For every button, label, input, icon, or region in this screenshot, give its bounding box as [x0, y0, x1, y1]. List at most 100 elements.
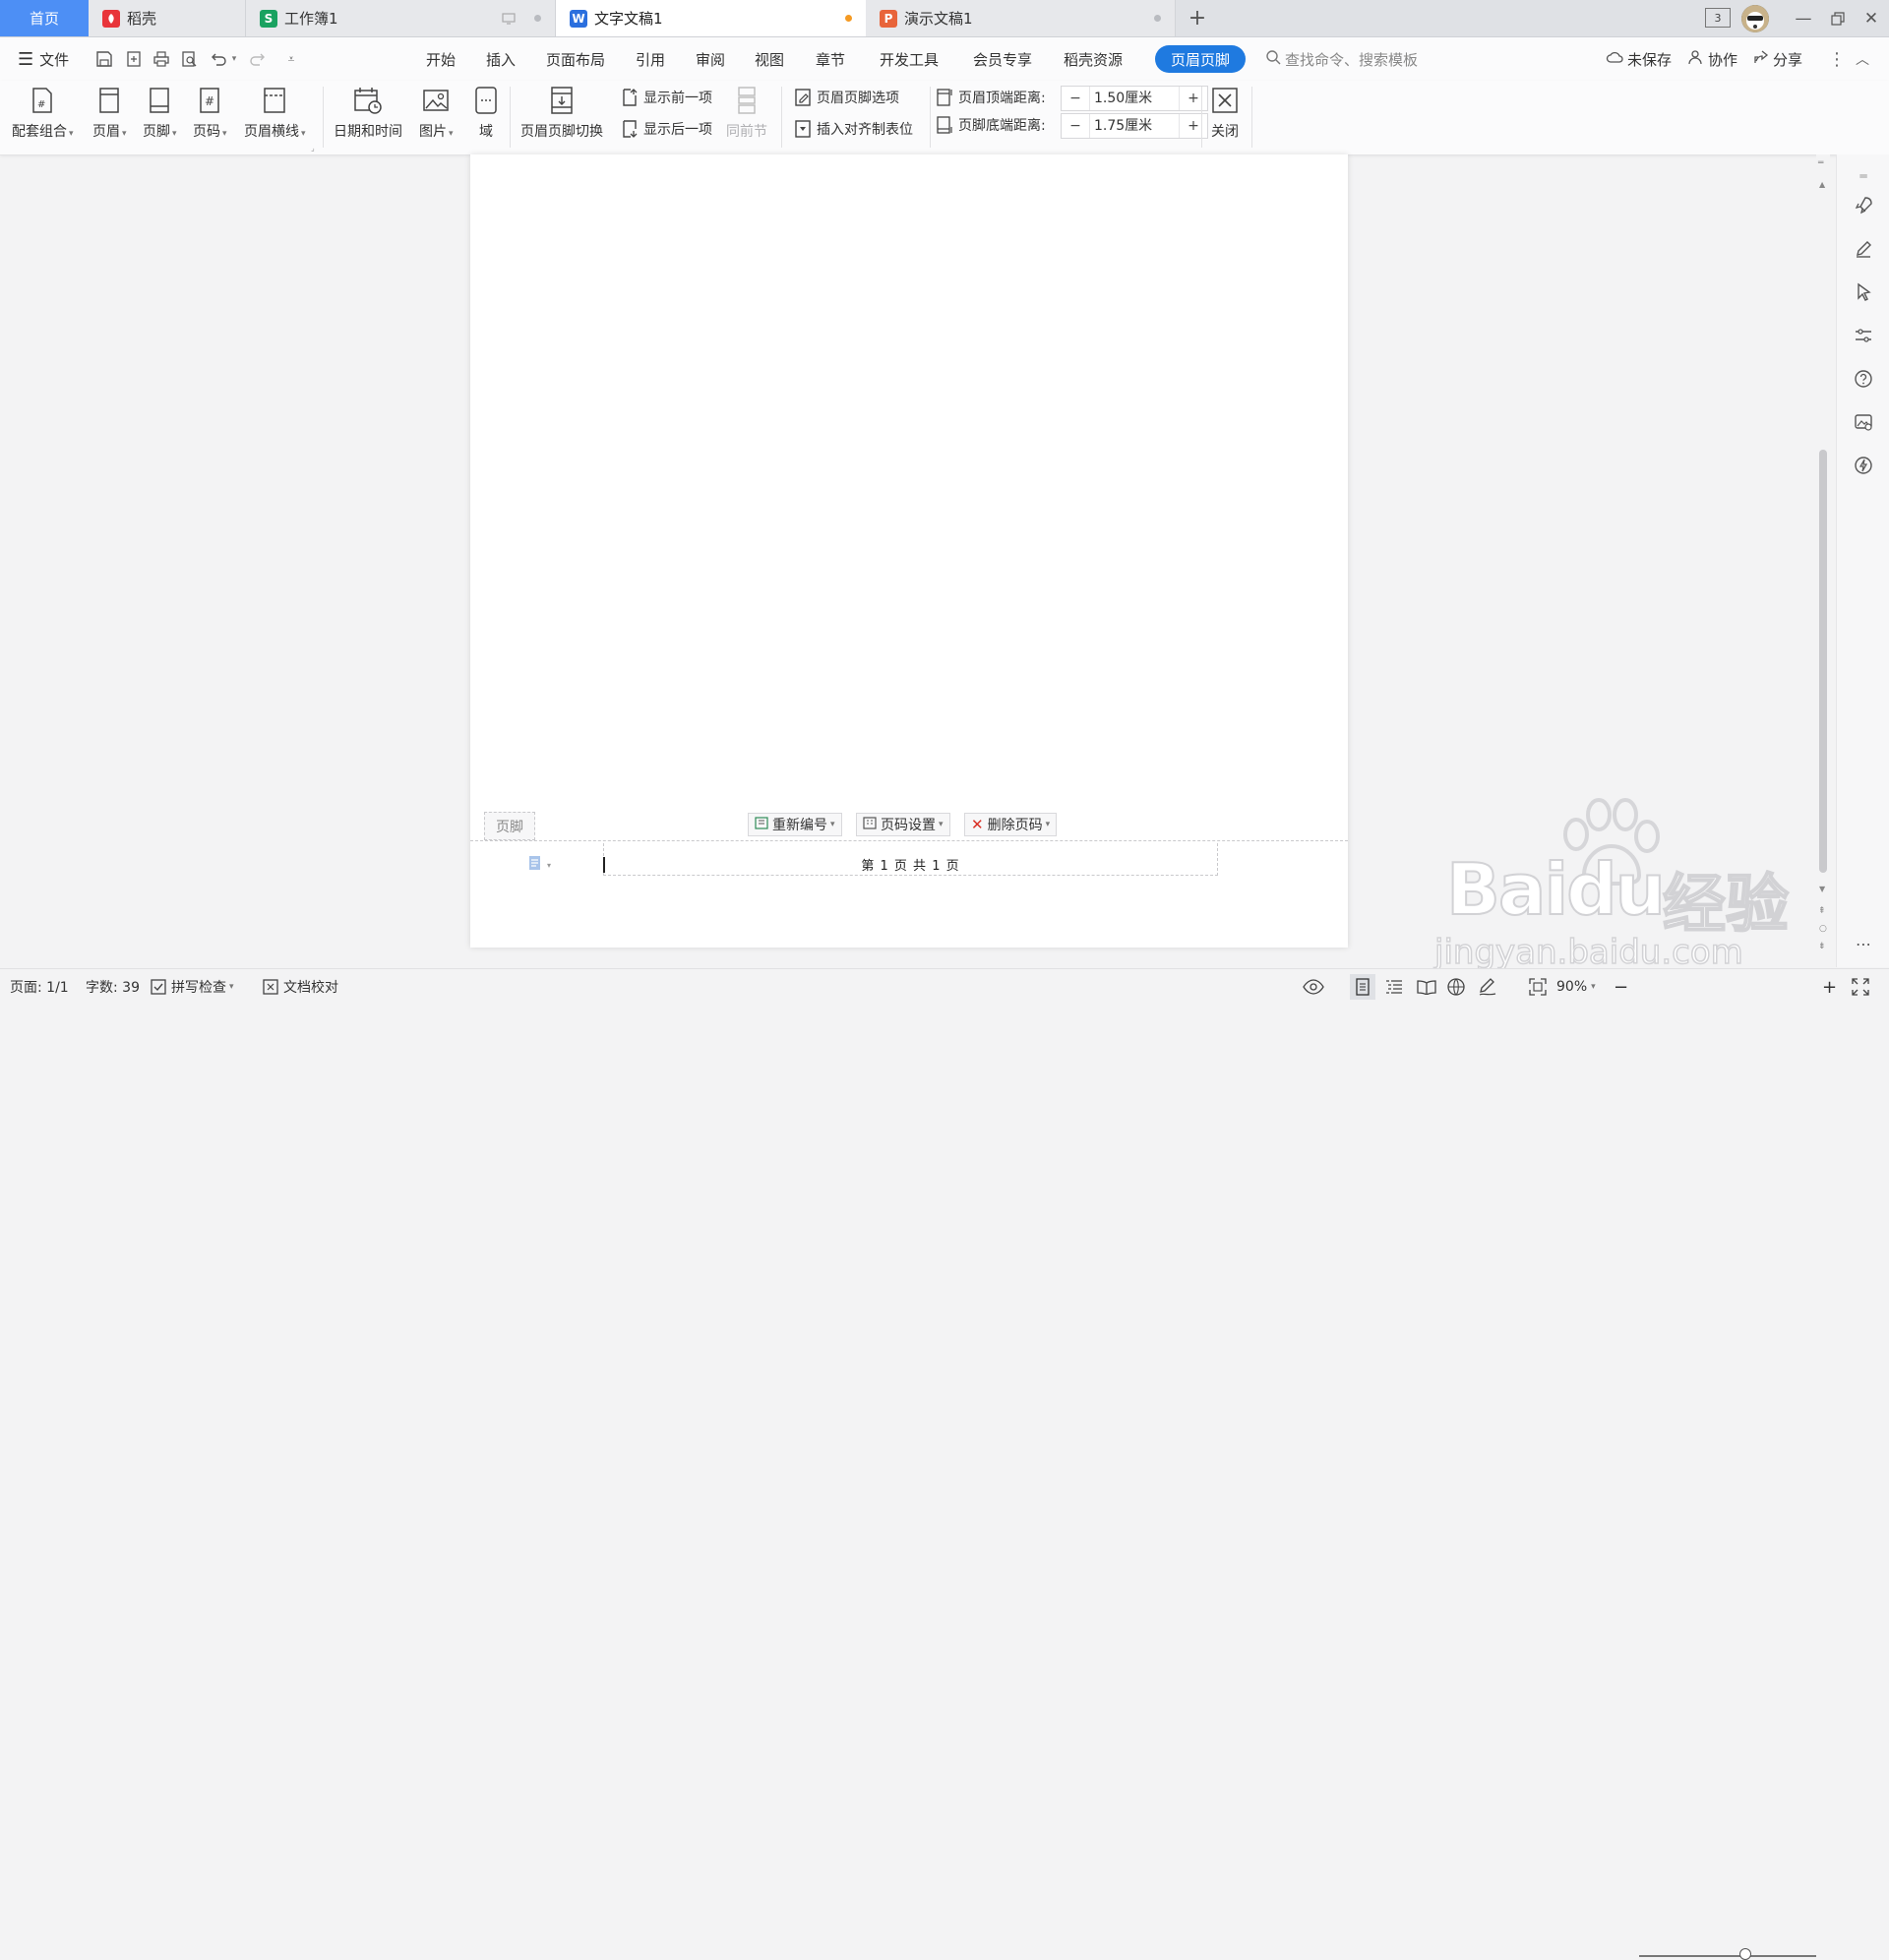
menu-item-home[interactable]: 开始 [426, 45, 456, 73]
collaborate-button[interactable]: 协作 [1688, 45, 1737, 73]
zoom-in-button[interactable]: + [1822, 976, 1837, 998]
tab-presentation[interactable]: P 演示文稿1 [866, 0, 1176, 36]
increase-header-distance-button[interactable]: + [1180, 91, 1207, 106]
rocket-icon[interactable] [1852, 194, 1875, 217]
pen-edit-icon[interactable] [1852, 237, 1875, 261]
tab-home[interactable]: 首页 [0, 0, 89, 36]
header-line-button[interactable]: 页眉横线 ▾ [244, 85, 306, 141]
close-window-icon[interactable]: ✕ [1854, 0, 1889, 36]
menu-item-review[interactable]: 审阅 [696, 45, 725, 73]
show-previous-button[interactable]: 显示前一项 [620, 85, 712, 110]
lightning-icon[interactable] [1852, 454, 1875, 477]
sidebar-collapse-icon[interactable]: ═ [1852, 164, 1875, 188]
field-button[interactable]: 域 [470, 85, 502, 141]
more-options-icon[interactable]: ⋮ [1828, 45, 1846, 73]
zoom-slider-thumb[interactable] [1739, 1948, 1751, 1960]
decrease-header-distance-button[interactable]: − [1062, 91, 1089, 106]
header-footer-options-button[interactable]: 页眉页脚选项 [793, 85, 899, 110]
page-number-button[interactable]: # 页码 ▾ [193, 85, 227, 141]
insert-align-tab-button[interactable]: 插入对齐制表位 [793, 116, 913, 142]
scrollbar-thumb[interactable] [1819, 450, 1827, 873]
zoom-slider-track[interactable] [1639, 1955, 1816, 1957]
page-number-frame[interactable]: 第 1 页 共 1 页 [603, 843, 1218, 876]
file-menu[interactable]: ☰ 文件 [18, 45, 69, 73]
menu-item-docer-resources[interactable]: 稻壳资源 [1064, 45, 1123, 73]
window-count-badge[interactable]: 3 [1705, 8, 1731, 28]
header-top-distance-input[interactable]: 1.50厘米 [1089, 87, 1180, 110]
menu-item-member[interactable]: 会员专享 [973, 45, 1032, 73]
footer-button[interactable]: 页脚 ▾ [143, 85, 177, 141]
date-time-button[interactable]: 日期和时间 [334, 85, 402, 141]
restore-icon[interactable] [1820, 0, 1856, 36]
tab-close-dot[interactable] [1154, 15, 1161, 22]
web-view-icon[interactable] [1447, 976, 1465, 998]
menu-item-page-layout[interactable]: 页面布局 [546, 45, 605, 73]
reading-view-icon[interactable] [1417, 976, 1436, 998]
footer-bottom-distance-input[interactable]: 1.75厘米 [1089, 114, 1180, 138]
previous-page-icon[interactable]: ⇞ [1818, 906, 1826, 916]
zoom-out-button[interactable]: − [1614, 976, 1628, 998]
print-preview-icon[interactable] [177, 47, 201, 71]
avatar[interactable] [1741, 5, 1769, 32]
footer-bottom-distance-spinner[interactable]: − 1.75厘米 + [1061, 113, 1208, 139]
document-page[interactable]: 页脚 重新编号 ▾ 页码设置 ▾ ✕ 删除页码 ▾ ▾ 第 1 页 共 1 页 [470, 154, 1348, 948]
combo-button[interactable]: # 配套组合 ▾ [12, 85, 74, 141]
minimize-icon[interactable]: — [1786, 0, 1821, 36]
scroll-down-icon[interactable]: ▼ [1819, 885, 1825, 893]
tab-docer[interactable]: 稻壳 [89, 0, 246, 36]
scroll-top-icon[interactable]: ═ [1818, 158, 1823, 168]
increase-footer-distance-button[interactable]: + [1180, 118, 1207, 134]
word-count[interactable]: 字数: 39 [86, 976, 140, 998]
fullscreen-icon[interactable] [1852, 976, 1869, 998]
menu-item-references[interactable]: 引用 [636, 45, 665, 73]
write-mode-icon[interactable] [1478, 976, 1497, 998]
collapse-ribbon-icon[interactable]: ︿ [1856, 45, 1869, 73]
outline-view-icon[interactable] [1385, 976, 1403, 998]
menu-item-insert[interactable]: 插入 [486, 45, 516, 73]
vertical-scrollbar[interactable]: ═ ▲ ▼ ⇞ ○ ⇟ [1816, 154, 1830, 967]
adjust-sliders-icon[interactable] [1852, 324, 1875, 347]
share-button[interactable]: 分享 [1753, 45, 1802, 73]
sidebar-more-icon[interactable]: ⋯ [1852, 932, 1875, 955]
redo-icon[interactable] [246, 47, 270, 71]
delete-page-number-button[interactable]: ✕ 删除页码 ▾ [964, 813, 1058, 836]
help-icon[interactable] [1852, 367, 1875, 391]
doc-proofread-button[interactable]: 文档校对 [262, 976, 338, 998]
menu-item-sections[interactable]: 章节 [816, 45, 845, 73]
same-as-previous-button[interactable]: 同前节 [726, 85, 767, 141]
page-indicator[interactable]: 页面: 1/1 [10, 976, 69, 998]
command-search[interactable]: 查找命令、搜索模板 [1265, 45, 1418, 73]
menu-item-header-footer[interactable]: 页眉页脚 [1155, 45, 1247, 73]
image-settings-icon[interactable] [1852, 410, 1875, 434]
cloud-save-status[interactable]: 未保存 [1606, 45, 1672, 73]
page-number-text[interactable]: 第 1 页 共 1 页 [604, 855, 1217, 874]
undo-icon[interactable] [207, 47, 230, 71]
fit-page-icon[interactable] [1529, 976, 1547, 998]
paragraph-layout-handle[interactable]: ▾ [527, 855, 551, 875]
scroll-up-icon[interactable]: ▲ [1819, 180, 1825, 189]
tab-workbook[interactable]: S 工作簿1 [246, 0, 556, 36]
renumber-button[interactable]: 重新编号 ▾ [748, 813, 842, 836]
header-button[interactable]: 页眉 ▾ [92, 85, 127, 141]
save-icon[interactable] [92, 47, 116, 71]
show-next-button[interactable]: 显示后一项 [620, 116, 712, 142]
new-tab-plus-icon[interactable]: + [1186, 6, 1209, 31]
customize-toolbar-icon[interactable]: ⩡ [279, 47, 303, 71]
browse-object-icon[interactable]: ○ [1819, 924, 1827, 934]
spell-check-button[interactable]: 拼写检查 ▾ [150, 976, 234, 998]
decrease-footer-distance-button[interactable]: − [1062, 118, 1089, 134]
header-top-distance-spinner[interactable]: − 1.50厘米 + [1061, 86, 1208, 111]
tab-writer-doc[interactable]: W 文字文稿1 [556, 0, 866, 36]
export-pdf-icon[interactable] [122, 47, 146, 71]
page-number-setup-button[interactable]: 页码设置 ▾ [856, 813, 950, 836]
tab-close-dot[interactable] [534, 15, 541, 22]
undo-dropdown-icon[interactable]: ▾ [228, 47, 240, 71]
header-footer-switch-button[interactable]: 页眉页脚切换 [520, 85, 603, 141]
select-cursor-icon[interactable] [1852, 280, 1875, 304]
picture-button[interactable]: 图片 ▾ [419, 85, 454, 141]
close-header-footer-button[interactable]: 关闭 [1209, 85, 1241, 141]
print-icon[interactable] [150, 47, 173, 71]
menu-item-developer[interactable]: 开发工具 [880, 45, 939, 73]
menu-item-view[interactable]: 视图 [755, 45, 784, 73]
page-view-icon[interactable] [1350, 974, 1375, 1000]
